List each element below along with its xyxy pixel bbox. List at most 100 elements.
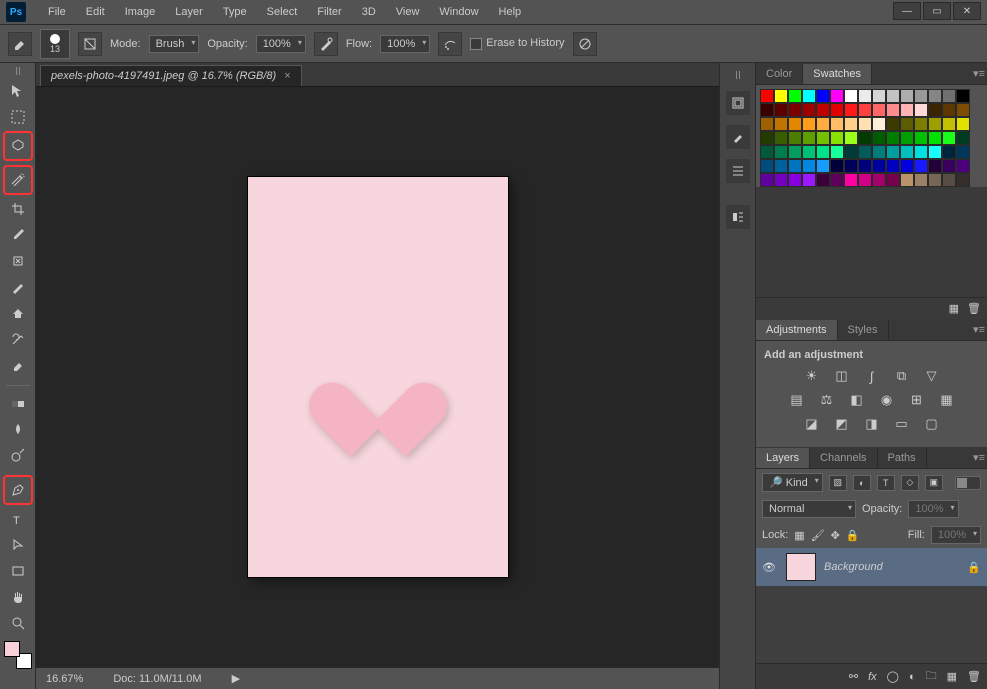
swatch[interactable] <box>774 117 788 131</box>
swatch[interactable] <box>844 89 858 103</box>
panel-menu-icon[interactable]: ▾≡ <box>971 323 987 336</box>
lock-pixels-icon[interactable]: 🖌 <box>811 529 825 542</box>
filter-adjustment-icon[interactable]: ◐ <box>853 475 871 491</box>
layer-name[interactable]: Background <box>824 561 959 573</box>
window-close-button[interactable]: ✕ <box>953 2 981 20</box>
swatch[interactable] <box>830 131 844 145</box>
swatch[interactable] <box>830 145 844 159</box>
swatch[interactable] <box>928 173 942 187</box>
swatch[interactable] <box>872 131 886 145</box>
layer-fx-icon[interactable]: fx <box>868 671 877 683</box>
swatch[interactable] <box>942 117 956 131</box>
channel-mixer-icon[interactable]: ⊞ <box>907 391 927 409</box>
swatch[interactable] <box>788 117 802 131</box>
swatch[interactable] <box>774 173 788 187</box>
swatch[interactable] <box>900 173 914 187</box>
layer-fill-input[interactable]: 100% <box>931 526 981 544</box>
new-layer-icon[interactable]: ▦ <box>947 670 957 683</box>
swatch[interactable] <box>956 131 970 145</box>
swatch[interactable] <box>914 145 928 159</box>
swatch[interactable] <box>788 145 802 159</box>
swatch[interactable] <box>886 145 900 159</box>
color-balance-icon[interactable]: ⚖ <box>817 391 837 409</box>
mode-dropdown[interactable]: Brush <box>149 35 200 53</box>
swatch[interactable] <box>760 173 774 187</box>
lock-all-icon[interactable]: 🔒 <box>846 529 860 542</box>
swatch[interactable] <box>886 159 900 173</box>
paragraph-panel-icon[interactable] <box>726 205 750 229</box>
swatch[interactable] <box>886 103 900 117</box>
swatch[interactable] <box>774 159 788 173</box>
gradient-tool[interactable] <box>6 385 30 415</box>
invert-icon[interactable]: ◪ <box>802 415 822 433</box>
canvas[interactable] <box>36 87 719 667</box>
swatch[interactable] <box>774 89 788 103</box>
swatch[interactable] <box>928 89 942 103</box>
swatch[interactable] <box>844 145 858 159</box>
swatch[interactable] <box>942 173 956 187</box>
swatch[interactable] <box>872 117 886 131</box>
exposure-icon[interactable]: ⧉ <box>892 367 912 385</box>
swatch[interactable] <box>872 89 886 103</box>
swatch[interactable] <box>858 131 872 145</box>
blend-mode-dropdown[interactable]: Normal <box>762 500 856 518</box>
hand-tool[interactable] <box>6 585 30 609</box>
marquee-tool[interactable] <box>6 105 30 129</box>
swatch[interactable] <box>928 159 942 173</box>
menu-type[interactable]: Type <box>213 2 257 22</box>
swatch[interactable] <box>914 117 928 131</box>
swatch[interactable] <box>844 173 858 187</box>
link-layers-icon[interactable]: ⚯ <box>849 670 858 683</box>
document-tab[interactable]: pexels-photo-4197491.jpeg @ 16.7% (RGB/8… <box>40 65 302 86</box>
swatch[interactable] <box>956 173 970 187</box>
swatch[interactable] <box>886 89 900 103</box>
brush-panel-icon[interactable] <box>726 125 750 149</box>
quick-selection-tool[interactable] <box>6 168 30 192</box>
vibrance-icon[interactable]: ▽ <box>922 367 942 385</box>
swatch[interactable] <box>788 89 802 103</box>
swatch[interactable] <box>802 159 816 173</box>
swatch[interactable] <box>858 173 872 187</box>
swatch[interactable] <box>872 173 886 187</box>
layer-mask-icon[interactable]: ◯ <box>887 670 899 683</box>
swatch[interactable] <box>858 159 872 173</box>
dodge-tool[interactable] <box>6 443 30 467</box>
swatch[interactable] <box>760 145 774 159</box>
airbrush-icon[interactable] <box>438 32 462 56</box>
swatch[interactable] <box>844 159 858 173</box>
swatch[interactable] <box>858 103 872 117</box>
menu-filter[interactable]: Filter <box>307 2 351 22</box>
swatch[interactable] <box>774 103 788 117</box>
filter-shape-icon[interactable]: ◇ <box>901 475 919 491</box>
new-fill-layer-icon[interactable]: ◐ <box>909 671 916 683</box>
menu-select[interactable]: Select <box>257 2 308 22</box>
swatch[interactable] <box>830 159 844 173</box>
swatch[interactable] <box>760 131 774 145</box>
layer-opacity-input[interactable]: 100% <box>908 500 958 518</box>
new-group-icon[interactable]: 🗀 <box>926 667 937 686</box>
brightness-contrast-icon[interactable]: ☀ <box>802 367 822 385</box>
delete-swatch-icon[interactable]: 🗑 <box>967 302 981 315</box>
swatch[interactable] <box>830 103 844 117</box>
swatch[interactable] <box>956 103 970 117</box>
swatch[interactable] <box>900 145 914 159</box>
selective-color-icon[interactable]: ▢ <box>922 415 942 433</box>
swatch[interactable] <box>760 117 774 131</box>
swatch[interactable] <box>788 159 802 173</box>
brush-tool[interactable] <box>6 275 30 299</box>
swatch[interactable] <box>942 159 956 173</box>
new-swatch-icon[interactable]: ▦ <box>949 302 959 315</box>
swatch[interactable] <box>900 103 914 117</box>
swatch[interactable] <box>816 89 830 103</box>
menu-help[interactable]: Help <box>489 2 532 22</box>
visibility-toggle-icon[interactable]: 👁 <box>762 561 778 574</box>
levels-icon[interactable]: ◫ <box>832 367 852 385</box>
history-panel-icon[interactable] <box>726 91 750 115</box>
swatch[interactable] <box>802 145 816 159</box>
swatch[interactable] <box>802 89 816 103</box>
swatch[interactable] <box>900 159 914 173</box>
swatch[interactable] <box>760 103 774 117</box>
posterize-icon[interactable]: ◩ <box>832 415 852 433</box>
tab-color[interactable]: Color <box>756 64 803 84</box>
tab-channels[interactable]: Channels <box>810 448 877 468</box>
